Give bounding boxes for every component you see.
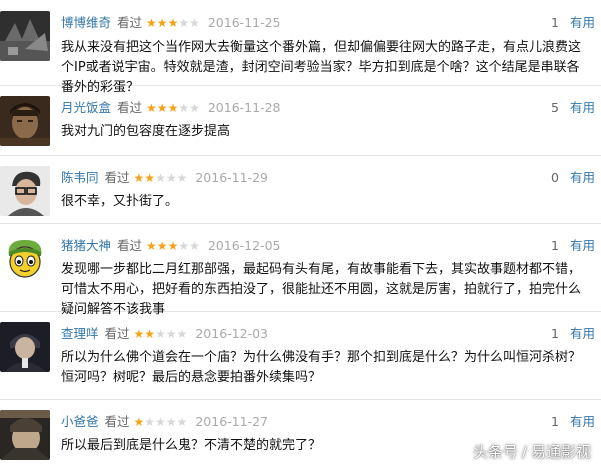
- star-empty-icon: ★: [155, 327, 166, 341]
- star-empty-icon: ★: [189, 239, 200, 253]
- star-empty-icon: ★: [155, 415, 166, 429]
- star-filled-icon: ★: [167, 239, 179, 253]
- seen-label: 看过: [117, 100, 143, 115]
- avatar[interactable]: [0, 96, 50, 146]
- star-filled-icon: ★: [156, 101, 168, 115]
- watermark-author: 易通影视: [530, 443, 591, 461]
- comment-date: 2016-11-29: [195, 170, 269, 185]
- useful-button[interactable]: 有用: [570, 14, 595, 32]
- comment-item: 月光饭盒 看过 ★★★★★ 2016-11-28 5 有用 我对九门的包容度在逐步提高: [0, 86, 601, 156]
- vote-count: 1: [551, 238, 559, 253]
- star-filled-icon: ★: [146, 16, 157, 30]
- comment-list: 博博维奇 看过 ★★★★★ 2016-11-25 1 有用 我从来没有把这个当作网大去…: [0, 0, 601, 475]
- star-filled-icon: ★: [156, 16, 168, 30]
- star-empty-icon: ★: [165, 327, 177, 341]
- watermark-separator: /: [521, 443, 527, 461]
- comment-text: 所以为什么佛个道会在一个庙？为什么佛没有手？那个扣到底是什么？为什么叫恒河杀树？…: [61, 350, 582, 385]
- star-filled-icon: ★: [133, 327, 145, 341]
- star-empty-icon: ★: [189, 101, 200, 115]
- star-empty-icon: ★: [165, 415, 177, 429]
- rating-stars: ★★★★★: [146, 16, 200, 30]
- star-empty-icon: ★: [189, 16, 200, 30]
- star-empty-icon: ★: [155, 171, 166, 185]
- useful-button[interactable]: 有用: [570, 325, 595, 343]
- star-empty-icon: ★: [165, 171, 177, 185]
- comment-item: 小爸爸 看过 ★★★★★ 2016-11-27 1 有用 所以最后到底是什么鬼？不清不…: [0, 400, 601, 475]
- seen-label: 看过: [104, 170, 130, 185]
- avatar[interactable]: [0, 322, 50, 372]
- comment-item: 猪猪大神 看过 ★★★★★ 2016-12-05 1 有用 发现哪一步都比二月红那部强…: [0, 224, 601, 317]
- avatar[interactable]: [0, 11, 50, 61]
- username-link[interactable]: 查理咩: [61, 326, 99, 341]
- comment-item: 博博维奇 看过 ★★★★★ 2016-11-25 1 有用 我从来没有把这个当作网大去…: [0, 0, 601, 95]
- useful-button[interactable]: 有用: [570, 237, 595, 255]
- comment-meta: 猪猪大神 看过 ★★★★★ 2016-12-05: [61, 237, 281, 255]
- star-filled-icon: ★: [146, 239, 157, 253]
- star-filled-icon: ★: [144, 171, 156, 185]
- vote-count: 0: [551, 170, 559, 185]
- comment-text: 很不幸，又扑街了。: [61, 194, 179, 209]
- star-filled-icon: ★: [133, 415, 145, 429]
- comment-meta: 陈韦同 看过 ★★★★★ 2016-11-29: [61, 169, 268, 187]
- star-empty-icon: ★: [176, 415, 188, 429]
- comment-date: 2016-11-27: [195, 414, 269, 429]
- comment-date: 2016-11-25: [207, 15, 281, 30]
- username-link[interactable]: 博博维奇: [61, 15, 111, 30]
- rating-stars: ★★★★★: [134, 171, 188, 185]
- username-link[interactable]: 月光饭盒: [61, 100, 111, 115]
- avatar[interactable]: [0, 234, 50, 284]
- star-empty-icon: ★: [178, 239, 190, 253]
- vote-count: 5: [551, 100, 559, 115]
- rating-stars: ★★★★★: [146, 101, 200, 115]
- seen-label: 看过: [117, 15, 143, 30]
- star-empty-icon: ★: [176, 171, 188, 185]
- watermark: 头条号 / 易通影视: [473, 441, 591, 462]
- star-empty-icon: ★: [176, 327, 188, 341]
- vote-count: 1: [551, 414, 559, 429]
- rating-stars: ★★★★★: [146, 239, 200, 253]
- useful-button[interactable]: 有用: [570, 99, 595, 117]
- comment-date: 2016-12-03: [195, 326, 269, 341]
- avatar[interactable]: [0, 166, 50, 216]
- vote-count: 1: [551, 326, 559, 341]
- star-empty-icon: ★: [144, 415, 156, 429]
- watermark-source: 头条号: [472, 443, 518, 461]
- seen-label: 看过: [104, 326, 130, 341]
- star-filled-icon: ★: [146, 101, 157, 115]
- rating-stars: ★★★★★: [134, 327, 188, 341]
- useful-button[interactable]: 有用: [570, 413, 595, 431]
- comment-meta: 月光饭盒 看过 ★★★★★ 2016-11-28: [61, 99, 281, 117]
- star-filled-icon: ★: [133, 171, 145, 185]
- star-filled-icon: ★: [144, 327, 156, 341]
- star-empty-icon: ★: [178, 101, 190, 115]
- comment-date: 2016-12-05: [207, 238, 281, 253]
- comment-meta: 小爸爸 看过 ★★★★★ 2016-11-27: [61, 413, 268, 431]
- rating-stars: ★★★★★: [134, 415, 188, 429]
- seen-label: 看过: [117, 238, 143, 253]
- avatar[interactable]: [0, 410, 50, 460]
- star-empty-icon: ★: [178, 16, 190, 30]
- username-link[interactable]: 陈韦同: [61, 170, 99, 185]
- comment-text: 发现哪一步都比二月红那部强，最起码有头有尾，有故事能看下去，其实故事题材都不错，…: [61, 262, 582, 317]
- comment-meta: 博博维奇 看过 ★★★★★ 2016-11-25: [61, 14, 281, 32]
- comment-text: 我对九门的包容度在逐步提高: [61, 124, 231, 139]
- star-filled-icon: ★: [167, 16, 179, 30]
- star-filled-icon: ★: [167, 101, 179, 115]
- username-link[interactable]: 猪猪大神: [61, 238, 111, 253]
- comment-meta: 查理咩 看过 ★★★★★ 2016-12-03: [61, 325, 268, 343]
- comment-item: 查理咩 看过 ★★★★★ 2016-12-03 1 有用 所以为什么佛个道会在一个庙？…: [0, 312, 601, 400]
- useful-button[interactable]: 有用: [570, 169, 595, 187]
- vote-count: 1: [551, 15, 559, 30]
- comment-item: 陈韦同 看过 ★★★★★ 2016-11-29 0 有用 很不幸，又扑街了。: [0, 156, 601, 224]
- star-filled-icon: ★: [156, 239, 168, 253]
- username-link[interactable]: 小爸爸: [61, 414, 99, 429]
- comment-date: 2016-11-28: [207, 100, 281, 115]
- seen-label: 看过: [104, 414, 130, 429]
